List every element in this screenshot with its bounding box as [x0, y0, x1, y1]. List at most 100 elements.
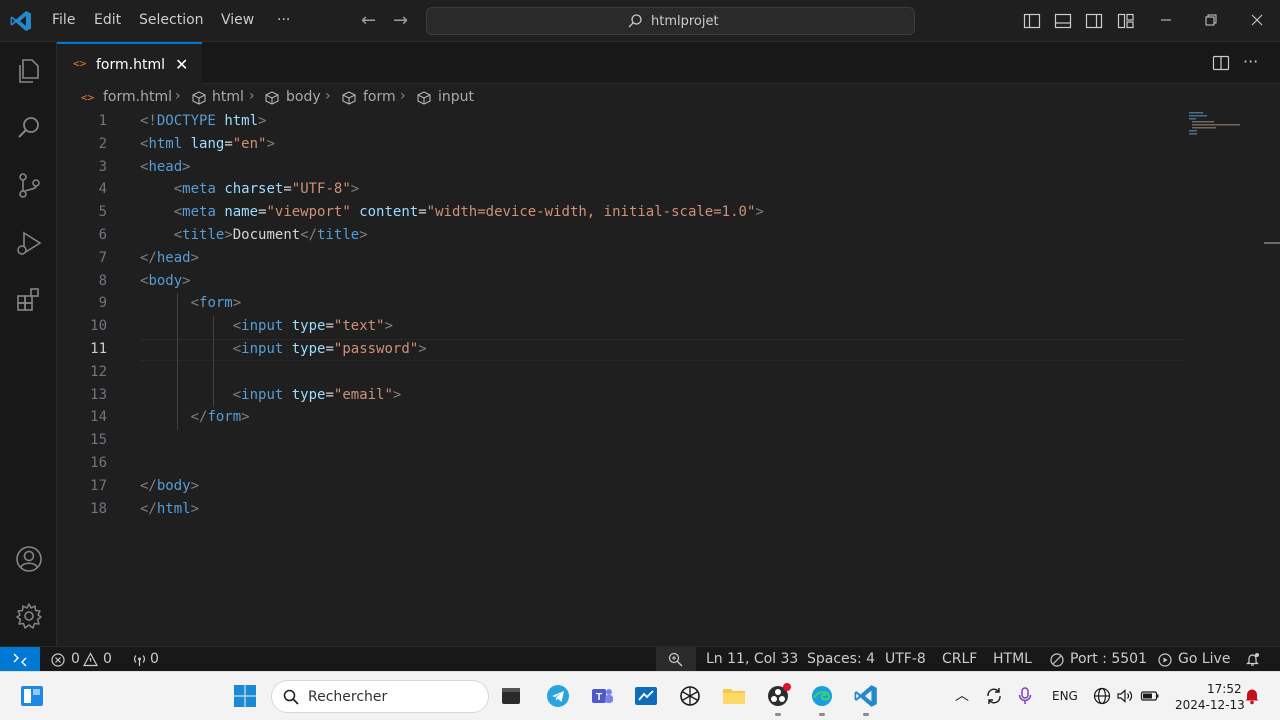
code-line[interactable]: <body> [140, 273, 191, 289]
code-line[interactable]: <meta name="viewport" content="width=dev… [140, 204, 764, 220]
language-mode[interactable]: HTML [993, 651, 1032, 667]
symbol-element-icon [265, 91, 279, 105]
edge-browser-icon[interactable] [809, 683, 835, 709]
extensions-icon[interactable] [14, 285, 44, 315]
code-line[interactable]: <!DOCTYPE html> [140, 113, 266, 129]
notification-bell-icon[interactable] [1245, 652, 1260, 667]
restore-icon[interactable] [1202, 11, 1220, 29]
line-number: 16 [90, 455, 107, 471]
accounts-icon[interactable] [14, 544, 44, 574]
line-number: 4 [98, 181, 107, 197]
code-editor[interactable]: 1 <!DOCTYPE html> 2 <html lang="en"> 3 <head>… [57, 112, 1280, 646]
minimize-icon[interactable] [1157, 11, 1175, 29]
source-control-icon[interactable] [14, 170, 44, 200]
microphone-icon[interactable] [1017, 686, 1033, 706]
volume-icon[interactable] [1116, 687, 1134, 705]
block-circle-icon [1050, 653, 1064, 667]
warning-count[interactable]: 0 [103, 651, 112, 667]
terminal-app-icon[interactable] [498, 683, 524, 709]
manage-gear-icon[interactable] [14, 601, 44, 631]
toggle-primary-sidebar-icon[interactable] [1023, 12, 1041, 30]
obs-studio-icon[interactable] [765, 683, 791, 709]
search-icon [283, 689, 299, 705]
chevron-right-icon: › [400, 88, 406, 104]
breadcrumb: <> form.html › html › body › form › inpu… [57, 84, 1280, 112]
code-line[interactable]: <input type="email"> [140, 387, 402, 403]
menu-selection[interactable]: Selection [139, 12, 204, 28]
line-number: 7 [98, 250, 107, 266]
warning-icon[interactable] [83, 652, 98, 667]
breadcrumb-form[interactable]: form [363, 89, 396, 105]
vscode-logo-icon[interactable] [9, 9, 33, 33]
code-line[interactable]: <input type="text"> [140, 318, 393, 334]
search-icon[interactable] [14, 113, 44, 143]
split-editor-icon[interactable] [1212, 54, 1230, 72]
menu-view[interactable]: View [221, 12, 254, 28]
clock-date[interactable]: 2024-12-13 [1175, 698, 1245, 712]
live-server-port[interactable]: Port : 5501 [1070, 651, 1147, 667]
svg-text:T: T [596, 692, 602, 703]
chatgpt-icon[interactable] [677, 683, 703, 709]
code-line[interactable]: </head> [140, 250, 199, 266]
indentation[interactable]: Spaces: 4 [807, 651, 875, 667]
teams-icon[interactable]: T [589, 683, 615, 709]
customize-layout-icon[interactable] [1117, 12, 1135, 30]
code-line[interactable]: <input type="password"> [140, 341, 427, 357]
toggle-secondary-sidebar-icon[interactable] [1085, 12, 1103, 30]
command-center-search[interactable]: htmlprojet [426, 7, 915, 35]
notification-bell-icon[interactable] [1244, 687, 1260, 705]
input-language[interactable]: ENG [1052, 689, 1078, 703]
run-debug-icon[interactable] [14, 228, 44, 258]
explorer-icon[interactable] [14, 56, 44, 86]
code-line[interactable]: </body> [140, 478, 199, 494]
code-line[interactable]: </html> [140, 501, 199, 517]
taskbar-search-placeholder: Rechercher [308, 689, 388, 705]
error-count[interactable]: 0 [71, 651, 80, 667]
toggle-panel-icon[interactable] [1054, 12, 1072, 30]
battery-icon[interactable] [1140, 687, 1160, 705]
go-live-button[interactable]: Go Live [1178, 651, 1230, 667]
ports-count[interactable]: 0 [150, 651, 159, 667]
back-arrow-icon[interactable]: ← [361, 10, 376, 31]
menu-file[interactable]: File [52, 12, 75, 28]
vscode-taskbar-icon[interactable] [853, 683, 879, 709]
zoom-button[interactable] [656, 647, 696, 672]
zoom-in-icon [668, 652, 683, 667]
tab-close-icon[interactable]: ✕ [175, 55, 188, 74]
network-globe-icon[interactable] [1093, 687, 1111, 705]
line-ending[interactable]: CRLF [942, 651, 977, 667]
breadcrumb-file[interactable]: form.html [103, 89, 172, 105]
file-explorer-icon[interactable] [721, 683, 747, 709]
breadcrumb-body[interactable]: body [286, 89, 321, 105]
close-icon[interactable] [1248, 11, 1266, 29]
tab-form-html[interactable]: <> form.html ✕ [57, 42, 202, 84]
breadcrumb-html[interactable]: html [212, 89, 244, 105]
tab-label: form.html [96, 57, 165, 73]
more-actions-icon[interactable]: ··· [1243, 52, 1261, 71]
menu-more[interactable]: ··· [277, 12, 290, 28]
telegram-icon[interactable] [545, 683, 571, 709]
code-line[interactable]: <form> [140, 295, 242, 311]
error-icon[interactable] [51, 653, 65, 667]
taskbar-search[interactable]: Rechercher [271, 680, 489, 713]
code-line[interactable]: <head> [140, 159, 191, 175]
code-line[interactable]: </form> [140, 409, 250, 425]
code-line[interactable]: <html lang="en"> [140, 136, 275, 152]
encoding[interactable]: UTF-8 [885, 651, 926, 667]
clock-time[interactable]: 17:52 [1207, 682, 1242, 696]
minimap[interactable] [1189, 112, 1249, 152]
cursor-position[interactable]: Ln 11, Col 33 [706, 651, 798, 667]
remote-indicator-button[interactable] [0, 647, 40, 672]
show-hidden-icons-chevron-icon[interactable]: ︿ [955, 685, 969, 705]
html-file-icon: <> [81, 91, 95, 104]
code-line[interactable]: <title>Document</title> [140, 227, 368, 243]
breadcrumb-input[interactable]: input [438, 89, 474, 105]
sync-icon[interactable] [984, 686, 1004, 706]
ports-antenna-icon[interactable] [132, 653, 147, 667]
menu-edit[interactable]: Edit [94, 12, 121, 28]
code-line[interactable]: <meta charset="UTF-8"> [140, 181, 360, 197]
forward-arrow-icon[interactable]: → [393, 10, 408, 31]
widgets-icon[interactable] [19, 683, 45, 709]
windows-start-icon[interactable] [232, 683, 258, 709]
whiteboard-icon[interactable] [633, 683, 659, 709]
